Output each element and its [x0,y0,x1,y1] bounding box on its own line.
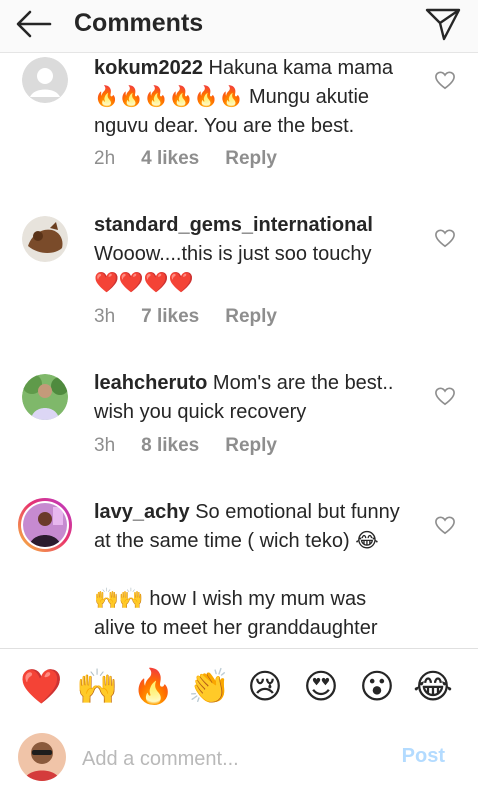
comment-username[interactable]: leahcheruto [94,372,207,394]
comment-line: alive to meet her granddaughter [94,617,378,639]
post-button[interactable]: Post [402,745,445,768]
comment-text: leahcheruto Mom's are the best.. wish yo… [94,369,414,427]
quick-reaction-bar: ❤️ 🙌 🔥 👏 😢 😍 😮 😂 [0,648,478,724]
comment-username[interactable]: kokum2022 [94,57,203,79]
comments-list[interactable]: kokum2022 Hakuna kama mama 🔥🔥🔥🔥🔥🔥 Mungu … [0,53,478,647]
comment-time: 3h [94,435,116,456]
default-avatar-icon [22,57,68,103]
heart-emoji-button[interactable]: ❤️ [20,666,62,708]
fire-emoji-button[interactable]: 🔥 [132,666,174,708]
laughing-emoji-button[interactable]: 😂 [412,666,454,708]
avatar[interactable] [22,57,68,103]
like-heart-icon[interactable] [434,386,456,406]
comment-username[interactable]: standard_gems_international [94,214,373,236]
comment-line: Wooow....this is just soo touchy [94,243,372,265]
comment-time: 2h [94,148,116,169]
comment-line: 🙌🙌 how I wish my mum was [94,588,367,610]
comment-text: standard_gems_international Wooow....thi… [94,211,414,298]
like-heart-icon[interactable] [434,515,456,535]
comment-composer: Post [0,723,478,794]
comment-likes[interactable]: 8 likes [141,435,199,457]
crying-emoji-button[interactable]: 😢 [244,666,286,708]
avatar-image [23,503,67,547]
page-title: Comments [74,9,204,37]
comment-time: 3h [94,306,116,327]
comment-text: kokum2022 Hakuna kama mama 🔥🔥🔥🔥🔥🔥 Mungu … [94,54,414,141]
comment-likes[interactable]: 7 likes [141,306,199,328]
avatar-with-story-ring[interactable] [18,498,72,552]
comment-line: wish you quick recovery [94,401,307,423]
comment-likes[interactable]: 4 likes [141,148,199,170]
raising-hands-emoji-button[interactable]: 🙌 [76,666,118,708]
like-heart-icon[interactable] [434,70,456,90]
comment-line: ❤️❤️❤️❤️ [94,272,194,294]
like-heart-icon[interactable] [434,228,456,248]
avatar[interactable] [22,374,68,420]
clapping-emoji-button[interactable]: 👏 [188,666,230,708]
comment-meta: 3h 8 likes Reply [94,435,277,457]
comment-line: So emotional but funny [195,501,400,523]
current-user-avatar [18,733,66,781]
avatar-image [22,216,68,262]
comment-line: Mom's are the best.. [212,372,394,394]
surprised-emoji-button[interactable]: 😮 [356,666,398,708]
comment-line: Hakuna kama mama [208,57,394,79]
comment-line: nguvu dear. You are the best. [94,115,355,137]
comment-username[interactable]: lavy_achy [94,501,190,523]
comment-meta: 2h 4 likes Reply [94,148,277,170]
reply-button[interactable]: Reply [225,148,277,170]
back-arrow-icon[interactable] [14,8,54,40]
comment-line: at the same time ( wich teko) 😂 [94,530,379,552]
direct-message-send-icon[interactable] [424,6,462,42]
comment-text: lavy_achy So emotional but funny at the … [94,498,414,643]
reply-button[interactable]: Reply [225,435,277,457]
top-bar: Comments [0,0,478,53]
heart-eyes-emoji-button[interactable]: 😍 [300,666,342,708]
comment-line: 🔥🔥🔥🔥🔥🔥 Mungu akutie [94,86,370,108]
comment-meta: 3h 7 likes Reply [94,306,277,328]
avatar[interactable] [22,216,68,262]
reply-button[interactable]: Reply [225,306,277,328]
avatar-image [18,733,66,781]
comment-input[interactable] [80,743,384,775]
avatar-image [22,374,68,420]
